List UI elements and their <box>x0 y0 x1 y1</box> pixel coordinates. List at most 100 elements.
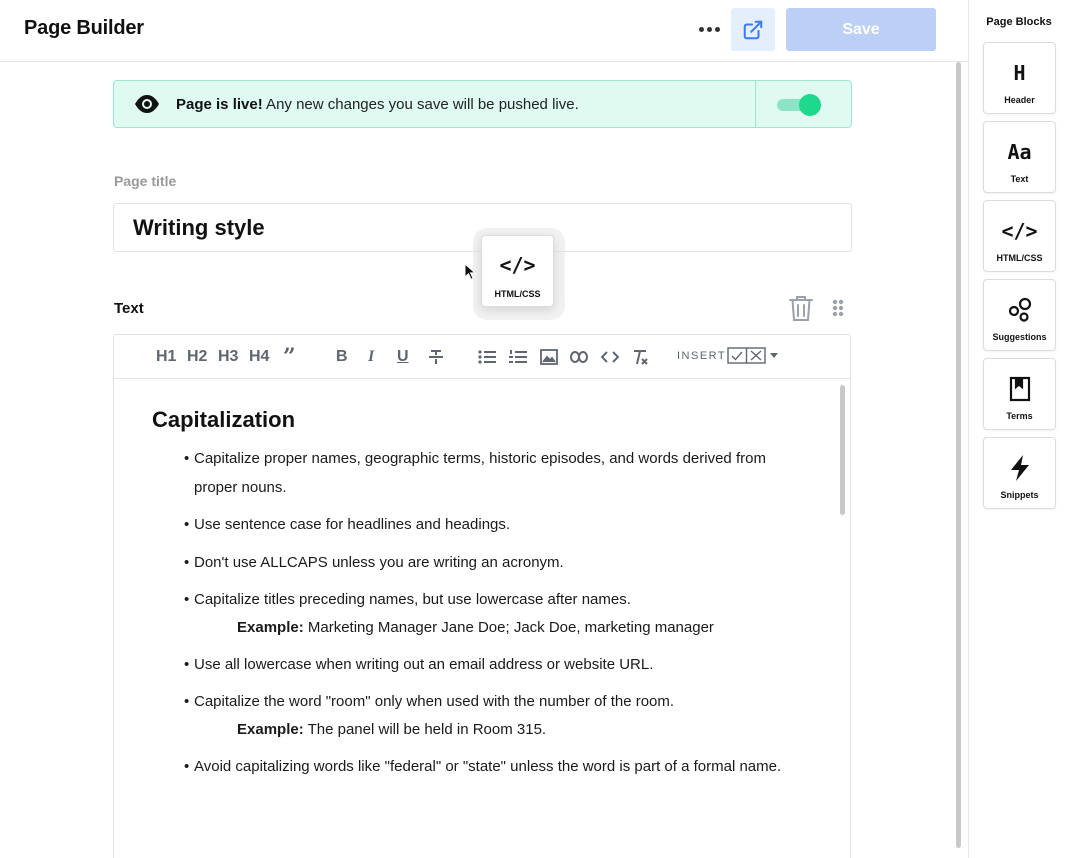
bold-button[interactable]: B <box>336 346 348 368</box>
save-button[interactable]: Save <box>786 8 936 51</box>
list-item: Capitalize titles preceding names, but u… <box>184 586 792 642</box>
list-item: Don't use ALLCAPS unless you are writing… <box>184 549 792 578</box>
list-item-text: Capitalize titles preceding names, but u… <box>194 591 631 608</box>
editor-toolbar: H1 H2 H3 H4 ” B I U INSERT <box>114 335 850 379</box>
text-block-label: Text <box>114 300 144 317</box>
content-list: Capitalize proper names, geographic term… <box>152 445 792 781</box>
example-label: Example: <box>237 618 304 636</box>
text-icon: Aa <box>1007 140 1032 164</box>
list-item-text: Don't use ALLCAPS unless you are writing… <box>194 553 564 571</box>
list-item: Capitalize the word "room" only when use… <box>184 688 792 744</box>
block-tile-label: Header <box>1004 95 1035 105</box>
checkbox-insert-icon[interactable] <box>727 347 766 364</box>
link-button[interactable] <box>570 346 588 368</box>
heading-4-button[interactable]: H4 <box>249 346 269 368</box>
numbered-list-icon <box>509 350 527 363</box>
example-line: Example: Marketing Manager Jane Doe; Jac… <box>194 614 792 642</box>
page-scrollbar[interactable] <box>956 62 961 848</box>
code-icon: </> <box>1001 219 1038 243</box>
heading-1-button[interactable]: H1 <box>156 346 176 368</box>
block-tile-text[interactable]: Aa Text <box>983 121 1056 193</box>
h2-label: H2 <box>187 348 208 365</box>
list-item: Capitalize proper names, geographic term… <box>184 445 792 502</box>
rich-text-editor[interactable]: H1 H2 H3 H4 ” B I U INSERT Capitalizatio… <box>113 334 851 858</box>
page-title-label: Page title <box>114 173 177 189</box>
bookmark-icon <box>984 375 1055 403</box>
dragging-html-css-tile[interactable]: </> HTML/CSS <box>481 235 554 307</box>
example-text: Marketing Manager Jane Doe; Jack Doe, ma… <box>303 618 714 636</box>
external-link-icon <box>743 20 763 39</box>
sidebar-title: Page Blocks <box>986 16 1052 28</box>
image-icon <box>540 349 558 365</box>
list-item-text: Use all lowercase when writing out an em… <box>194 655 654 673</box>
trash-icon[interactable] <box>788 295 814 322</box>
quote-button[interactable]: ” <box>283 344 296 370</box>
suggestions-icon <box>984 296 1055 324</box>
content-heading: Capitalization <box>152 407 296 432</box>
editor-scrollbar[interactable] <box>840 385 845 515</box>
chevron-down-icon[interactable] <box>770 353 778 358</box>
list-item: Use sentence case for headlines and head… <box>184 511 792 540</box>
block-tile-html-css[interactable]: </> HTML/CSS <box>983 200 1056 272</box>
list-item: Avoid capitalizing words like "federal" … <box>184 753 792 782</box>
code-icon <box>601 351 619 363</box>
top-bar: Page Builder Save <box>0 0 968 62</box>
block-tile-header[interactable]: H Header <box>983 42 1056 114</box>
eye-icon <box>135 95 159 113</box>
live-status-banner: Page is live! Any new changes you save w… <box>113 80 852 128</box>
list-item: Use all lowercase when writing out an em… <box>184 651 792 680</box>
code-icon: </> <box>499 253 536 277</box>
header-icon: H <box>1013 61 1026 85</box>
clear-format-icon <box>634 350 648 365</box>
example-text: The panel will be held in Room 315. <box>303 720 547 738</box>
open-page-button[interactable] <box>731 8 775 51</box>
heading-3-button[interactable]: H3 <box>218 346 238 368</box>
lightning-icon <box>984 454 1055 482</box>
block-tile-terms[interactable]: Terms <box>983 358 1056 430</box>
block-tile-label: Text <box>1010 174 1029 184</box>
block-tile-suggestions[interactable]: Suggestions <box>983 279 1056 351</box>
bold-icon: B <box>336 348 348 365</box>
h1-label: H1 <box>156 348 177 365</box>
list-item-text: Capitalize the word "room" only when use… <box>194 693 675 710</box>
block-tile-label: Terms <box>1006 411 1033 421</box>
block-tile-snippets[interactable]: Snippets <box>983 437 1056 509</box>
page-blocks-sidebar: Page Blocks H Header Aa Text </> HTML/CS… <box>968 0 1065 858</box>
italic-button[interactable]: I <box>368 346 374 368</box>
dragging-tile-label: HTML/CSS <box>494 289 541 299</box>
drag-handle-icon[interactable] <box>832 299 844 317</box>
banner-text: Any new changes you save will be pushed … <box>262 96 579 113</box>
list-item-text: Avoid capitalizing words like "federal" … <box>194 757 782 775</box>
block-tile-label: Snippets <box>1000 490 1039 500</box>
h4-label: H4 <box>249 348 270 365</box>
h3-label: H3 <box>218 348 239 365</box>
editor-content[interactable]: Capitalization Capitalize proper names, … <box>152 407 792 790</box>
example-label: Example: <box>237 720 304 738</box>
strikethrough-button[interactable] <box>428 346 444 368</box>
banner-divider <box>755 81 756 127</box>
list-item-text: Use sentence case for headlines and head… <box>194 516 511 533</box>
link-icon <box>570 351 588 363</box>
numbered-list-button[interactable] <box>509 346 527 368</box>
underline-button[interactable]: U <box>397 346 409 368</box>
example-line: Example: The panel will be held in Room … <box>194 716 792 744</box>
banner-message: Page is live! Any new changes you save w… <box>176 96 579 113</box>
more-horizontal-icon <box>698 26 704 32</box>
block-tile-label: HTML/CSS <box>996 253 1043 263</box>
live-toggle[interactable] <box>777 94 821 116</box>
code-button[interactable] <box>601 346 619 368</box>
underline-icon: U <box>397 348 409 365</box>
heading-2-button[interactable]: H2 <box>187 346 207 368</box>
image-button[interactable] <box>540 346 558 368</box>
mouse-cursor-icon <box>464 263 476 280</box>
more-options-button[interactable] <box>694 14 724 44</box>
clear-format-button[interactable] <box>632 346 648 368</box>
bullet-list-button[interactable] <box>478 346 496 368</box>
strikethrough-icon <box>429 350 443 364</box>
insert-label[interactable]: INSERT <box>677 350 726 362</box>
banner-strong: Page is live! <box>176 96 263 113</box>
italic-icon: I <box>368 348 375 365</box>
bullet-list-icon <box>478 350 496 364</box>
app-title: Page Builder <box>24 17 144 39</box>
list-item-text: Capitalize proper names, geographic term… <box>194 450 766 496</box>
